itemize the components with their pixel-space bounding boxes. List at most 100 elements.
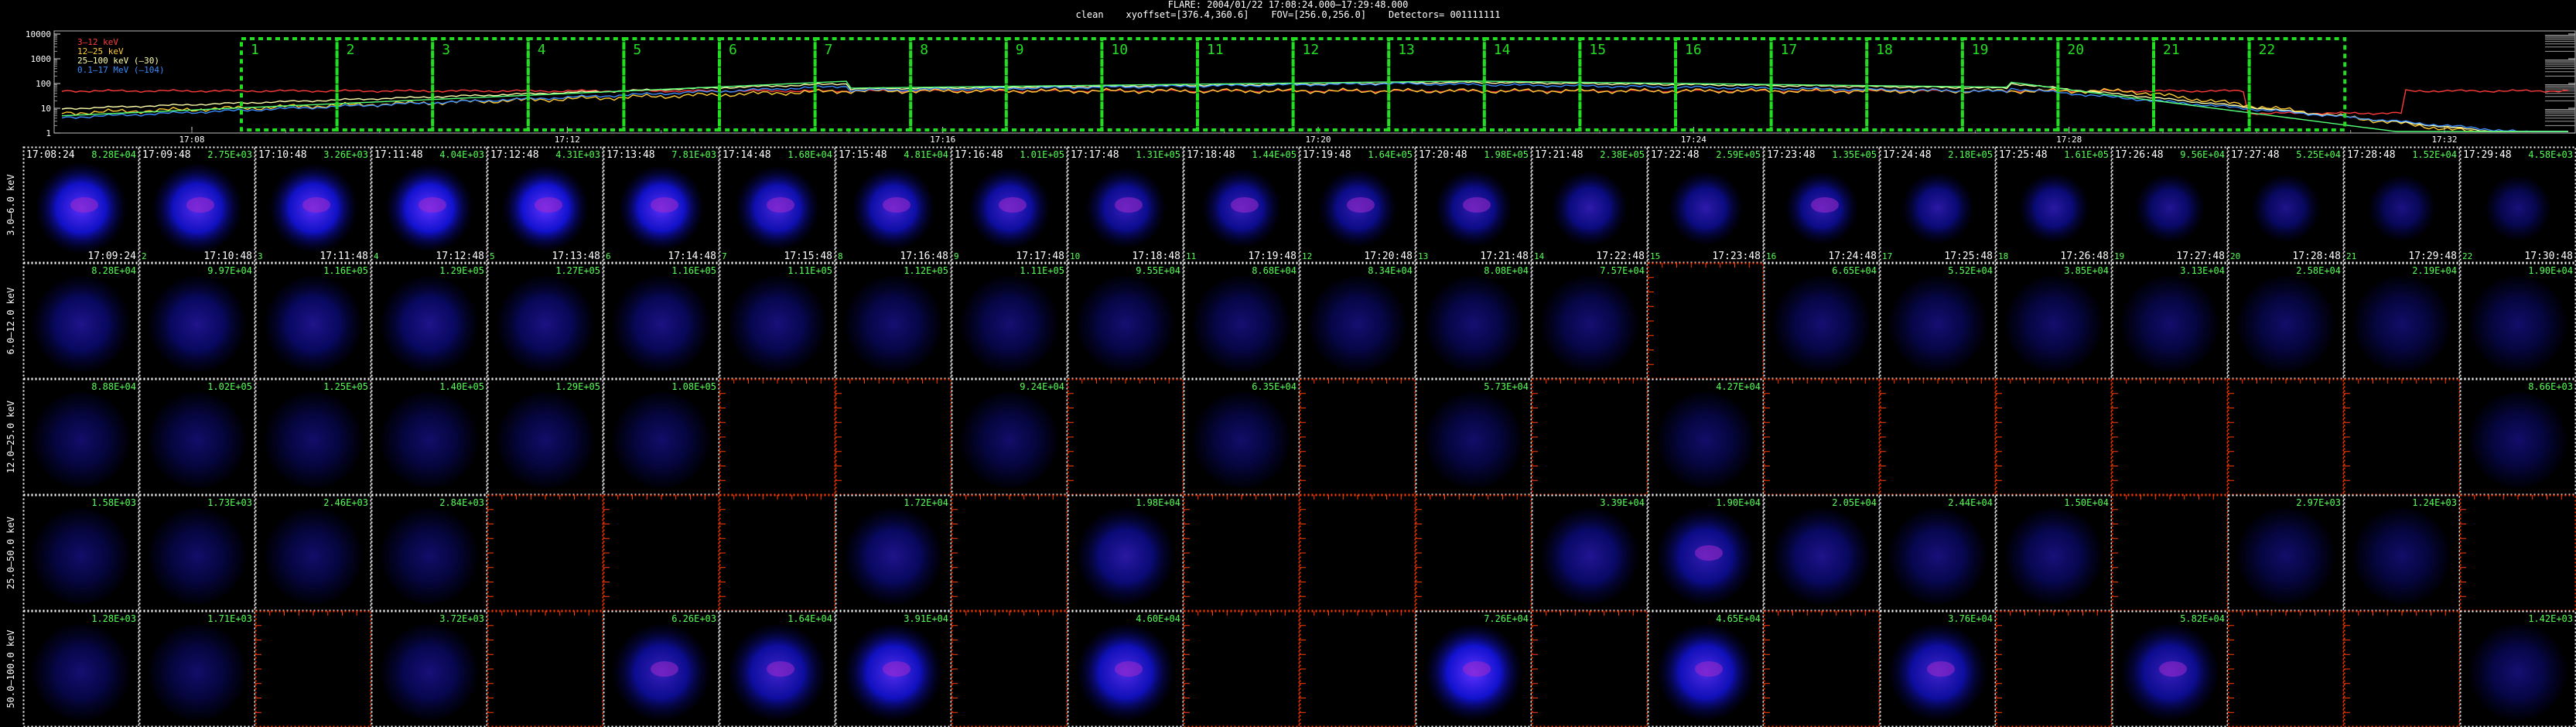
panel-end-time: 17:20:48 [1364, 251, 1413, 262]
panel-value-label: 8.68E+04 [1252, 265, 1297, 276]
panel-index-number: 19 [2114, 251, 2124, 261]
panel-end-time: 17:29:48 [2408, 251, 2457, 262]
blank-panel [1764, 379, 1880, 495]
source-image-blob [1890, 276, 1986, 372]
source-image-blob [613, 392, 709, 488]
source-image-blob [497, 276, 593, 372]
source-core [767, 661, 794, 677]
panel-start-time: 17:09:48 [142, 149, 191, 161]
panel-value-label: 1.27E+05 [555, 265, 600, 276]
energy-band-label: 12.0–25.0 keV [5, 401, 16, 473]
source-core [1231, 197, 1259, 213]
panel-start-time: 17:20:48 [1419, 149, 1467, 161]
source-core [651, 197, 678, 213]
blank-panel [1532, 611, 1648, 727]
panel-value-label: 1.44E+05 [1252, 149, 1297, 160]
blank-panel [951, 611, 1068, 727]
panel-value-label: 1.29E+05 [555, 381, 600, 392]
panel-value-label: 1.98E+05 [1484, 149, 1529, 160]
source-image-blob [613, 276, 709, 372]
blank-panel [1764, 611, 1880, 727]
panel-value-label: 2.46E+03 [323, 497, 368, 508]
blank-panel [2112, 379, 2228, 495]
source-image-blob [381, 508, 477, 604]
blank-panel [487, 495, 603, 611]
source-image-blob [1658, 392, 1754, 488]
panel-value-label: 8.28E+04 [91, 149, 136, 160]
panel-index-number: 12 [1302, 251, 1312, 261]
panel-end-time: 17:21:48 [1480, 251, 1529, 262]
panel-value-label: 2.38E+05 [1600, 149, 1645, 160]
blank-panel [1996, 611, 2112, 727]
source-image-blob [1194, 276, 1290, 372]
panel-end-time: 17:23:48 [1712, 251, 1761, 262]
source-core [302, 197, 330, 213]
source-image-blob [846, 276, 941, 372]
panel-value-label: 9.56E+04 [2180, 149, 2225, 160]
blank-panel [719, 379, 835, 495]
source-core [186, 197, 214, 213]
blank-panel [1184, 611, 1300, 727]
source-core [1695, 661, 1723, 677]
panel-start-time: 17:19:48 [1303, 149, 1351, 161]
panel-index-number: 10 [1070, 251, 1080, 261]
source-core [1695, 545, 1723, 561]
energy-band-label: 25.0–50.0 keV [5, 517, 16, 589]
blank-panel [603, 495, 719, 611]
source-image-blob [729, 276, 825, 372]
panel-start-time: 17:11:48 [374, 149, 423, 161]
panel-start-time: 17:10:48 [258, 149, 307, 161]
panel-end-time: 17:14:48 [668, 251, 716, 262]
source-core [883, 661, 910, 677]
panel-value-label: 8.66E+03 [2528, 381, 2573, 392]
source-core [1347, 197, 1375, 213]
panel-value-label: 1.72E+04 [904, 497, 948, 508]
source-image-blob [265, 508, 361, 604]
blank-panel [1184, 495, 1300, 611]
panel-value-label: 5.82E+04 [2180, 613, 2225, 624]
blank-panel [1532, 379, 1648, 495]
source-image-blob [33, 392, 129, 488]
panel-value-label: 4.04E+03 [439, 149, 484, 160]
source-image-blob [33, 624, 129, 720]
panel-value-label: 2.97E+03 [2296, 497, 2341, 508]
panel-value-label: 4.58E+03 [2528, 149, 2573, 160]
panel-value-label: 1.11E+05 [1020, 265, 1064, 276]
blank-panel [1300, 495, 1416, 611]
source-core [419, 197, 446, 213]
panel-end-time: 17:28:48 [2292, 251, 2341, 262]
panel-value-label: 2.58E+04 [2296, 265, 2341, 276]
panel-index-number: 11 [1186, 251, 1196, 261]
blank-panel [255, 611, 371, 727]
source-image-blob [2354, 276, 2450, 372]
source-image-blob [2136, 174, 2204, 242]
panel-start-time: 17:25:48 [1999, 149, 2048, 161]
panel-value-label: 2.18E+05 [1948, 149, 1993, 160]
energy-band-label: 50.0–100.0 keV [5, 630, 16, 708]
source-image-blob [962, 392, 1057, 488]
panel-end-time: 17:27:48 [2176, 251, 2225, 262]
panel-start-time: 17:22:48 [1651, 149, 1700, 161]
panel-value-label: 1.08E+05 [671, 381, 716, 392]
panel-index-number: 2 [142, 251, 147, 261]
blank-panel [1300, 611, 1416, 727]
panel-index-number: 22 [2462, 251, 2472, 261]
panel-value-label: 1.31E+05 [1136, 149, 1180, 160]
source-core [1115, 661, 1143, 677]
panel-value-label: 9.24E+04 [1020, 381, 1064, 392]
panel-index-number: 5 [490, 251, 495, 261]
panel-end-time: 17:16:48 [900, 251, 948, 262]
source-core [999, 197, 1027, 213]
panel-value-label: 1.24E+03 [2412, 497, 2457, 508]
source-image-blob [1774, 276, 1870, 372]
panel-value-label: 1.01E+05 [1020, 149, 1064, 160]
panel-value-label: 1.58E+03 [91, 497, 136, 508]
image-grid: 3.0–6.0 keV 8.28E+04 17:08:24 17:09:24 2.75E… [5, 146, 2576, 727]
panel-value-label: 1.29E+05 [439, 265, 484, 276]
source-image-blob [149, 508, 245, 604]
blank-panel [1648, 263, 1764, 379]
panel-start-time: 17:13:48 [606, 149, 655, 161]
blank-panel [2344, 611, 2460, 727]
panel-value-label: 1.71E+03 [207, 613, 252, 624]
source-image-blob [381, 624, 477, 720]
